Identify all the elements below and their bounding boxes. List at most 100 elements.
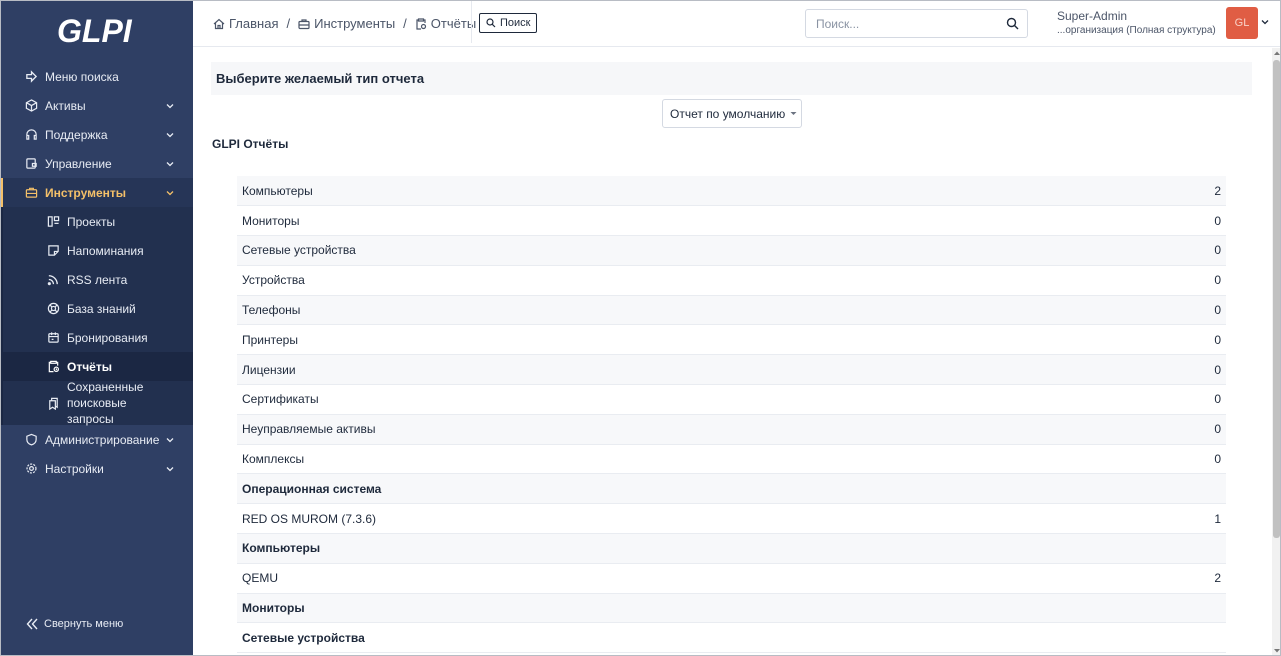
report-type-select-value: Отчет по умолчанию xyxy=(670,106,786,121)
avatar[interactable]: GL xyxy=(1226,7,1258,39)
sidebar-item-knowledge-base[interactable]: База знаний xyxy=(3,294,193,323)
sidebar-item-label: Напоминания xyxy=(67,243,144,258)
sidebar-item-settings[interactable]: Настройки xyxy=(0,454,193,483)
caret-down-icon xyxy=(790,111,797,116)
user-menu[interactable]: Super-Admin ...организация (Полная струк… xyxy=(1057,9,1222,36)
sidebar-item-reports[interactable]: Отчёты xyxy=(3,352,193,381)
scroll-up-arrow-icon[interactable] xyxy=(1273,49,1280,57)
search-toggle-button[interactable]: Поиск xyxy=(479,13,538,33)
sidebar-item-label: Настройки xyxy=(45,461,104,476)
scroll-down-arrow-icon[interactable] xyxy=(1273,647,1280,655)
report-row-label: Принтеры xyxy=(237,324,1166,356)
note-icon xyxy=(46,244,60,258)
breadcrumb-home[interactable]: Главная xyxy=(213,16,278,31)
header-divider xyxy=(471,0,472,43)
chevron-down-icon[interactable] xyxy=(1261,18,1269,26)
global-search-input[interactable] xyxy=(816,16,997,31)
breadcrumb-label: Отчёты xyxy=(430,16,477,31)
sidebar-item-label: Бронирования xyxy=(67,330,148,345)
report-icon xyxy=(415,17,427,30)
wallet-icon xyxy=(24,157,38,171)
sidebar-item-label: Сохраненные поисковые запросы xyxy=(67,379,175,427)
sidebar-item-label: Меню поиска xyxy=(45,69,119,84)
user-entity: ...организация (Полная структура) xyxy=(1057,25,1216,36)
main-nav: Меню поиска Активы Поддержка Управление … xyxy=(0,62,193,207)
arrow-right-icon xyxy=(24,70,38,84)
sidebar-item-tools[interactable]: Инструменты xyxy=(0,178,193,207)
section-title: GLPI Отчёты xyxy=(212,137,289,151)
table-row: Неуправляемые активы 0 xyxy=(237,414,1226,445)
sidebar-item-projects[interactable]: Проекты xyxy=(3,207,193,236)
layout-icon xyxy=(46,215,60,229)
gear-icon xyxy=(24,462,38,476)
table-row: Лицензии 0 xyxy=(237,354,1226,386)
report-row-count: 0 xyxy=(1166,444,1226,475)
sidebar-item-management[interactable]: Управление xyxy=(0,149,193,178)
collapse-menu-label: Свернуть меню xyxy=(44,618,124,630)
breadcrumb-reports[interactable]: Отчёты xyxy=(415,16,476,31)
sidebar-item-administration[interactable]: Администрирование xyxy=(0,425,193,454)
sidebar-item-label-line2: поисковые запросы xyxy=(67,396,127,426)
report-row-count xyxy=(1166,622,1226,654)
sidebar-item-label: Отчёты xyxy=(67,359,112,374)
sidebar-item-label: Проекты xyxy=(67,214,116,229)
report-row-count xyxy=(1166,533,1226,564)
table-row: RED OS MUROM (7.3.6) 1 xyxy=(237,503,1226,535)
report-row-count xyxy=(1166,593,1226,624)
sidebar-item-saved-searches[interactable]: Сохраненные поисковые запросы xyxy=(3,379,193,427)
table-row: QEMU 2 xyxy=(237,563,1226,594)
scrollbar-thumb[interactable] xyxy=(1273,60,1280,538)
breadcrumb-separator: / xyxy=(286,16,291,31)
report-row-count: 0 xyxy=(1166,354,1226,386)
report-row-label: Лицензии xyxy=(237,354,1166,386)
chevron-down-icon xyxy=(165,101,175,111)
top-header: Главная / Инструменты / Отчёты Поиск Sup… xyxy=(193,0,1281,47)
sidebar-item-reservations[interactable]: Бронирования xyxy=(3,323,193,352)
search-icon[interactable] xyxy=(997,17,1027,30)
sidebar-item-reminders[interactable]: Напоминания xyxy=(3,236,193,265)
report-group-label: Сетевые устройства xyxy=(237,622,1166,654)
report-row-label: Неуправляемые активы xyxy=(237,414,1166,445)
home-icon xyxy=(213,18,225,30)
svg-text:GLPI: GLPI xyxy=(57,13,133,49)
table-row: Комплексы 0 xyxy=(237,444,1226,475)
sidebar-item-label-line1: Сохраненные xyxy=(67,380,144,394)
table-row: Телефоны 0 xyxy=(237,295,1226,326)
report-row-label: Компьютеры xyxy=(237,176,1166,207)
lifebuoy-icon xyxy=(46,302,60,316)
calendar-icon xyxy=(46,331,60,345)
report-type-select[interactable]: Отчет по умолчанию xyxy=(662,99,802,128)
sidebar-item-rss[interactable]: RSS лента xyxy=(3,265,193,294)
briefcase-icon xyxy=(24,186,38,200)
user-name: Super-Admin xyxy=(1057,9,1128,23)
report-row-label: Сертификаты xyxy=(237,384,1166,415)
bookmarks-icon xyxy=(46,396,60,410)
sidebar-item-search-menu[interactable]: Меню поиска xyxy=(0,62,193,91)
report-row-count: 0 xyxy=(1166,205,1226,237)
table-row: Сертификаты 0 xyxy=(237,384,1226,415)
report-row-label: QEMU xyxy=(237,563,1166,594)
report-row-label: Телефоны xyxy=(237,295,1166,326)
sidebar-item-support[interactable]: Поддержка xyxy=(0,120,193,149)
breadcrumb-separator: / xyxy=(403,16,407,31)
report-row-label: Устройства xyxy=(237,265,1166,296)
breadcrumb-tools[interactable]: Инструменты xyxy=(298,16,395,31)
chevron-down-icon xyxy=(165,435,175,445)
report-group-row: Мониторы xyxy=(237,593,1226,624)
table-row: Сетевые устройства 0 xyxy=(237,235,1226,266)
collapse-menu-button[interactable]: Свернуть меню xyxy=(26,618,123,630)
page-scrollbar[interactable] xyxy=(1272,48,1281,656)
report-group-label: Операционная система xyxy=(237,473,1166,505)
report-group-label: Мониторы xyxy=(237,593,1166,624)
chevron-down-icon xyxy=(165,464,175,474)
report-group-row: Компьютеры xyxy=(237,533,1226,564)
briefcase-icon xyxy=(298,18,310,30)
report-type-title: Выберите желаемый тип отчета xyxy=(211,62,1252,95)
rss-icon xyxy=(46,273,60,287)
breadcrumb: Главная / Инструменты / Отчёты xyxy=(213,0,476,47)
tools-submenu: Проекты Напоминания RSS лента База знани… xyxy=(0,207,193,427)
glpi-logo[interactable]: GLPI xyxy=(0,0,193,62)
sidebar-item-assets[interactable]: Активы xyxy=(0,91,193,120)
table-row: Устройства 0 xyxy=(237,265,1226,296)
glpi-logo-mark: GLPI xyxy=(57,13,133,49)
